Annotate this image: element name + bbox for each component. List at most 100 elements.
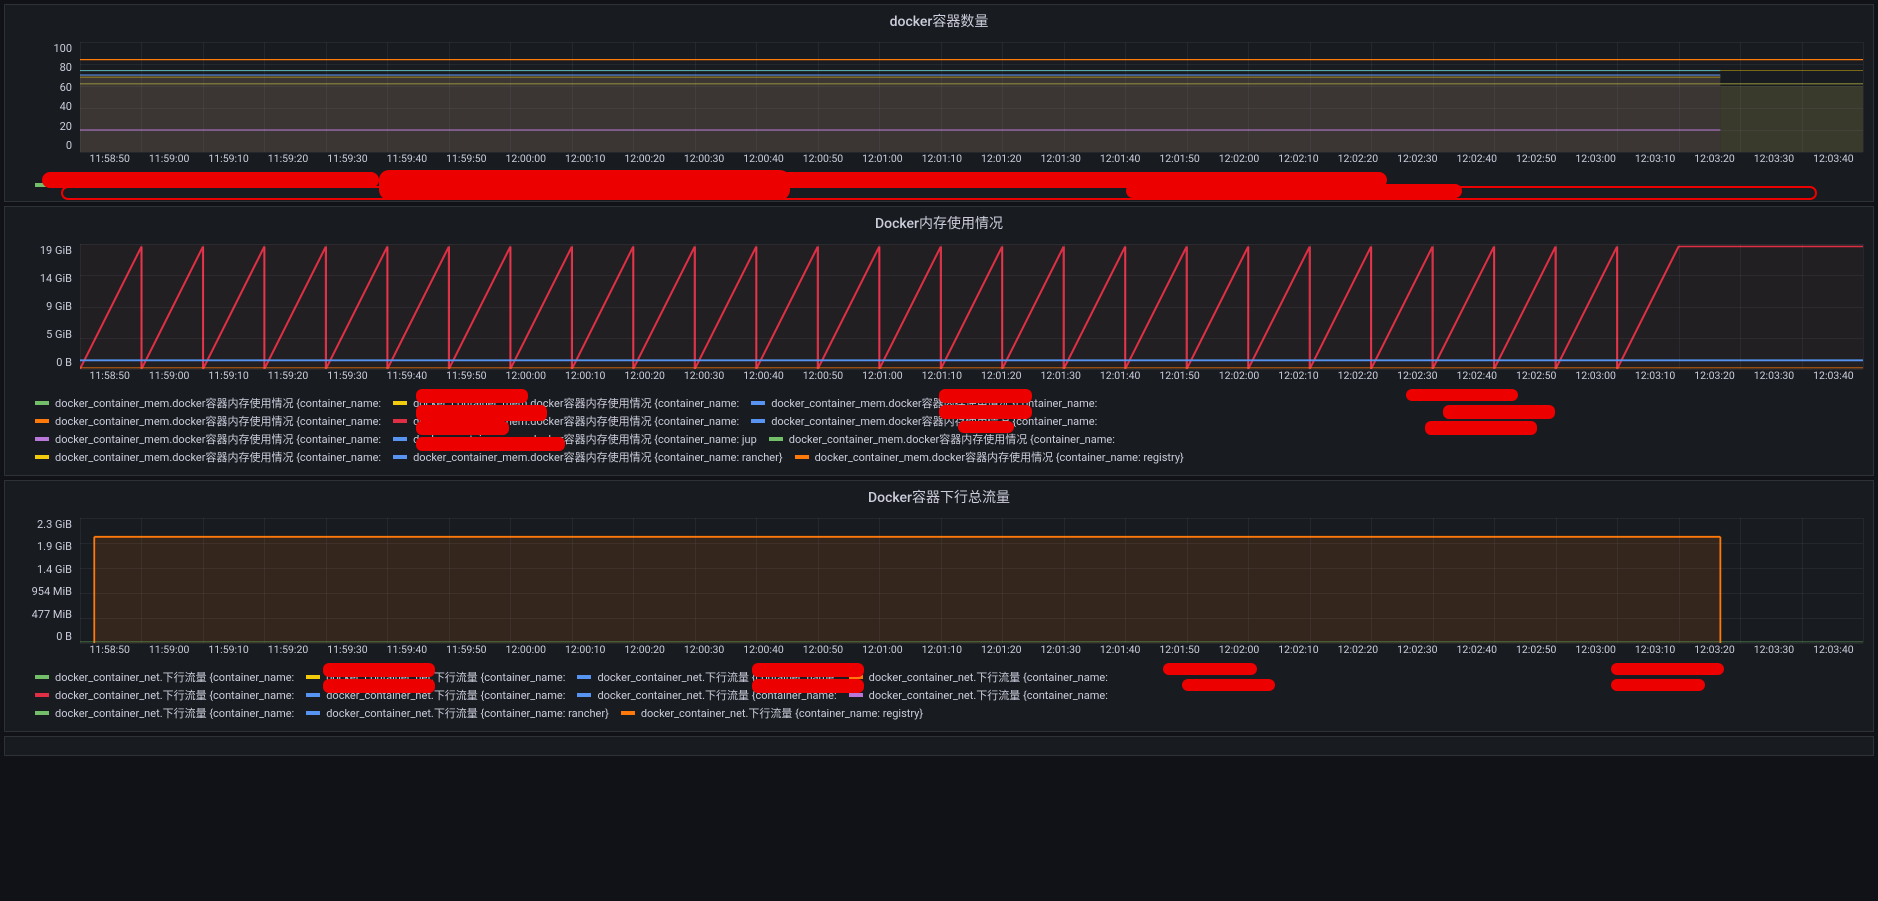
y-tick: 9 GiB [46, 300, 72, 313]
legend-item[interactable]: docker_container_mem.docker容器内存使用情况 {con… [35, 431, 381, 447]
x-tick: 12:01:10 [912, 643, 971, 656]
legend-item[interactable]: docker_container_net.下行流量 {container_nam… [35, 669, 294, 685]
chart-area[interactable]: 2.3 GiB1.9 GiB1.4 GiB954 MiB477 MiB0 B 1… [5, 513, 1873, 663]
x-tick: 11:59:30 [318, 152, 377, 165]
x-tick: 12:03:40 [1804, 152, 1863, 165]
legend-item[interactable]: docker_container_mem.docker容器内存使用情况 {con… [751, 413, 1097, 429]
legend-swatch [35, 711, 49, 715]
x-tick: 12:01:50 [1150, 643, 1209, 656]
x-tick: 11:59:00 [139, 152, 198, 165]
legend-swatch [393, 455, 407, 459]
x-tick: 12:01:20 [972, 152, 1031, 165]
panel-next-collapsed [4, 736, 1874, 756]
legend-swatch [35, 693, 49, 697]
x-tick: 12:00:00 [496, 643, 555, 656]
legend-swatch [306, 693, 320, 697]
x-tick: 12:02:30 [1388, 152, 1447, 165]
legend-swatch [751, 401, 765, 405]
x-tick: 12:01:50 [1150, 369, 1209, 382]
legend-item[interactable]: docker_container_net.下行流量 {container_nam… [621, 705, 923, 721]
x-tick: 12:03:00 [1566, 643, 1625, 656]
x-tick: 12:01:00 [853, 152, 912, 165]
legend-swatch [849, 693, 863, 697]
x-tick: 12:00:20 [615, 369, 674, 382]
x-tick: 12:02:40 [1447, 369, 1506, 382]
x-tick: 12:03:10 [1625, 152, 1684, 165]
x-tick: 12:00:30 [674, 643, 733, 656]
x-tick: 12:00:40 [734, 152, 793, 165]
y-tick: 0 B [56, 356, 72, 369]
y-axis: 19 GiB14 GiB9 GiB5 GiB0 B [5, 239, 80, 389]
legend-item[interactable]: docker_container_net.下行流量 {container_nam… [35, 687, 294, 703]
x-tick: 11:59:50 [437, 152, 496, 165]
legend: docker_container_net.下行流量 {container_nam… [5, 663, 1873, 731]
x-tick: 12:01:10 [912, 369, 971, 382]
x-tick: 11:59:10 [199, 643, 258, 656]
x-tick: 12:02:10 [1269, 369, 1328, 382]
x-tick: 12:02:20 [1328, 152, 1387, 165]
legend-item[interactable]: docker_container_net.下行流量 {container_nam… [849, 687, 1108, 703]
legend-item[interactable]: docker_container_mem.docker容器内存使用情况 {con… [751, 395, 1097, 411]
legend-swatch [35, 401, 49, 405]
x-tick: 12:02:20 [1328, 643, 1387, 656]
x-tick: 12:01:10 [912, 152, 971, 165]
y-tick: 1.9 GiB [37, 540, 72, 553]
x-tick: 12:01:30 [1031, 643, 1090, 656]
x-tick: 12:03:20 [1685, 152, 1744, 165]
legend-label: docker_container_mem.docker容器内存使用情况 {con… [413, 449, 783, 465]
legend-item[interactable]: docker_container_mem.docker容器内存使用情况 {con… [795, 449, 1184, 465]
plot-area[interactable]: 11:58:5011:59:0011:59:1011:59:2011:59:30… [80, 518, 1863, 663]
legend-item[interactable]: docker_container_net.下行流量 {container_nam… [35, 705, 294, 721]
x-tick: 12:00:50 [793, 643, 852, 656]
legend-item[interactable]: docker_container_mem.docker容器内存使用情况 {con… [35, 413, 381, 429]
y-tick: 60 [60, 81, 72, 94]
legend-label: docker_container_mem.docker容器内存使用情况 {con… [55, 449, 381, 465]
x-tick: 12:02:30 [1388, 643, 1447, 656]
legend-swatch [769, 437, 783, 441]
y-tick: 80 [60, 61, 72, 74]
x-tick: 11:59:20 [258, 643, 317, 656]
legend-item[interactable]: docker_container_mem.docker容器内存使用情况 {con… [35, 449, 381, 465]
legend-item[interactable]: docker_container_mem.docker容器内存使用情况 {con… [393, 449, 783, 465]
x-tick: 12:02:50 [1507, 369, 1566, 382]
x-tick: 12:00:00 [496, 152, 555, 165]
legend-label: docker_container_mem.docker容器内存使用情况 {con… [815, 449, 1184, 465]
x-tick: 12:02:30 [1388, 369, 1447, 382]
legend-swatch [795, 455, 809, 459]
legend-swatch [35, 437, 49, 441]
x-tick: 11:59:40 [377, 369, 436, 382]
x-tick: 11:58:50 [80, 643, 139, 656]
x-axis: 11:58:5011:59:0011:59:1011:59:2011:59:30… [80, 643, 1863, 663]
legend-item[interactable]: docker_container_mem.docker容器内存使用情况 {con… [35, 395, 381, 411]
plot-area[interactable]: 11:58:5011:59:0011:59:1011:59:2011:59:30… [80, 42, 1863, 172]
x-tick: 11:59:50 [437, 369, 496, 382]
x-tick: 12:03:40 [1804, 643, 1863, 656]
legend-item[interactable]: docker_container_mem.docker容器内存使用情况 {con… [769, 431, 1115, 447]
x-tick: 12:01:20 [972, 369, 1031, 382]
legend-swatch [621, 711, 635, 715]
x-tick: 12:03:30 [1744, 643, 1803, 656]
legend-label: docker_container_net.下行流量 {container_nam… [55, 669, 294, 685]
x-axis: 11:58:5011:59:0011:59:1011:59:2011:59:30… [80, 152, 1863, 172]
x-axis: 11:58:5011:59:0011:59:1011:59:2011:59:30… [80, 369, 1863, 389]
x-tick: 12:02:20 [1328, 369, 1387, 382]
plot-area[interactable]: 11:58:5011:59:0011:59:1011:59:2011:59:30… [80, 244, 1863, 389]
legend-item[interactable]: docker_container_net.下行流量 {container_nam… [849, 669, 1108, 685]
y-tick: 19 GiB [40, 244, 72, 257]
chart-area[interactable]: 19 GiB14 GiB9 GiB5 GiB0 B 11:58:5011:59:… [5, 239, 1873, 389]
panel-docker-memory: Docker内存使用情况 19 GiB14 GiB9 GiB5 GiB0 B 1… [4, 206, 1874, 476]
y-tick: 14 GiB [40, 272, 72, 285]
legend-item[interactable]: docker_container_net.下行流量 {container_nam… [306, 705, 609, 721]
panel-title: Docker内存使用情况 [5, 207, 1873, 239]
x-tick: 11:59:00 [139, 643, 198, 656]
legend-swatch [577, 675, 591, 679]
legend-label: docker_container_mem.docker容器内存使用情况 {con… [771, 413, 1097, 429]
x-tick: 12:00:10 [556, 369, 615, 382]
x-tick: 12:00:50 [793, 152, 852, 165]
y-tick: 0 [66, 139, 72, 152]
x-tick: 12:00:10 [556, 152, 615, 165]
legend-label: docker_container_net.下行流量 {container_nam… [55, 705, 294, 721]
x-tick: 11:58:50 [80, 369, 139, 382]
chart-area[interactable]: 100806040200 11:58:5011:59:0011:59:1011:… [5, 37, 1873, 172]
legend-swatch [577, 693, 591, 697]
